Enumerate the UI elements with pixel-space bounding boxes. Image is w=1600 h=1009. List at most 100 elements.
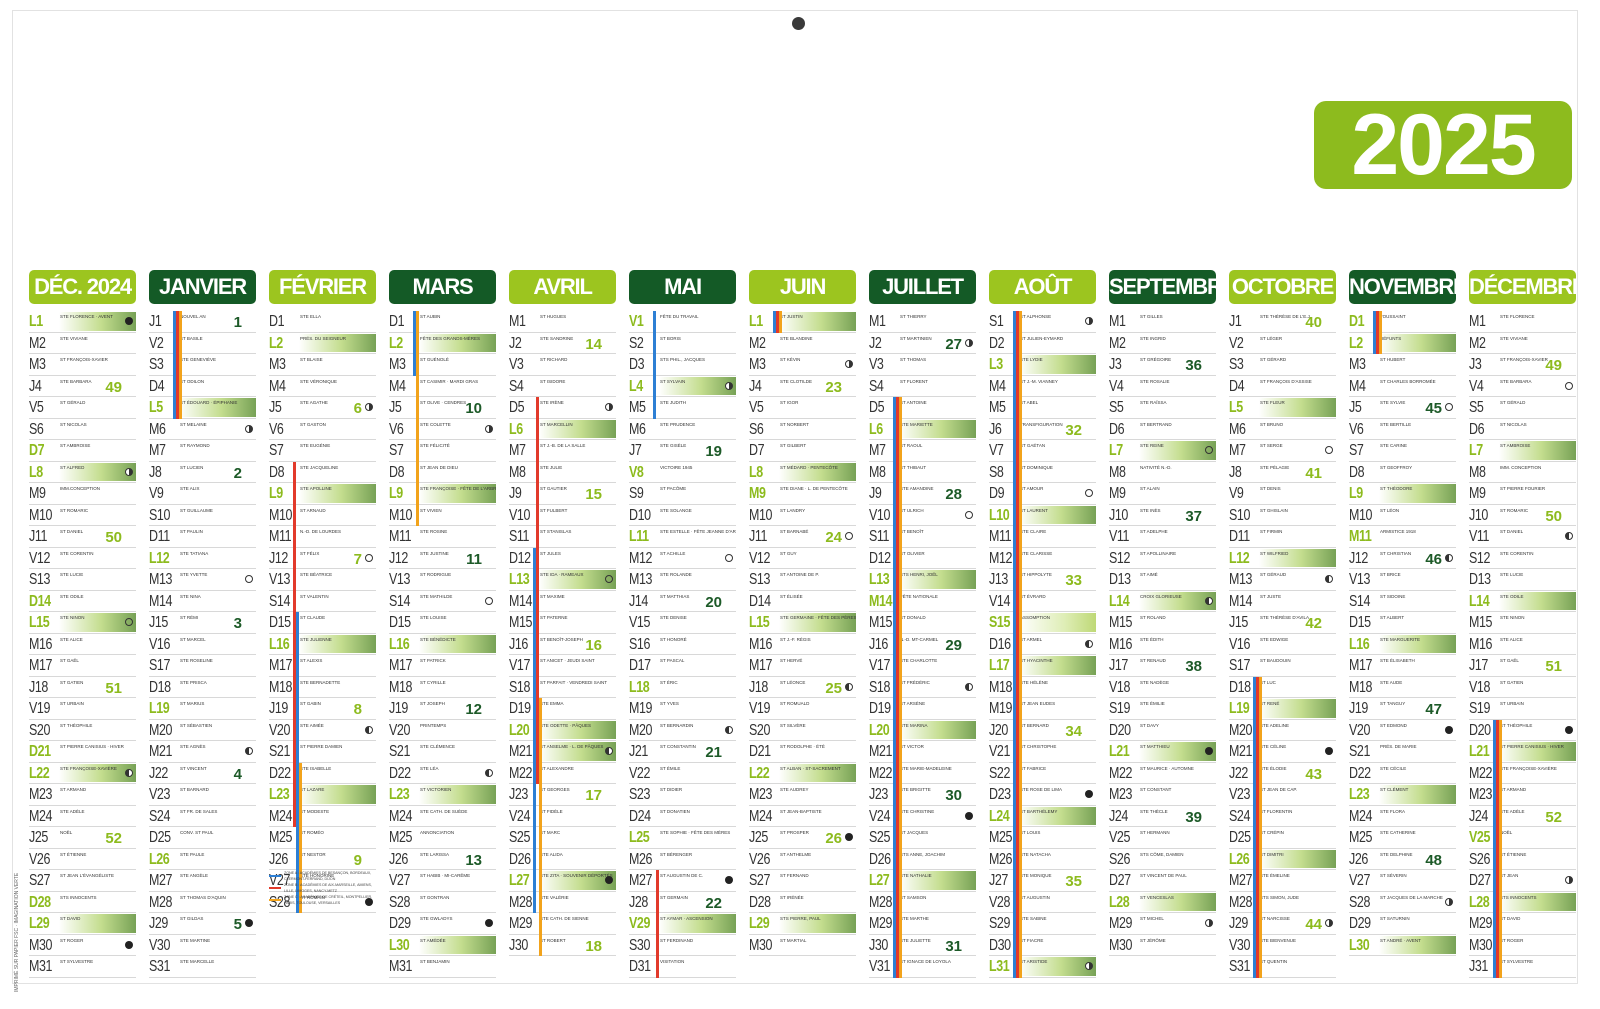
day-label: J15 [1229,614,1248,631]
day-row: J20 ST BERNARD 34 [989,720,1096,741]
day-info: STE CATH. DE SUÈDE [420,808,496,815]
day-row: M28 ST THOMAS D'AQUIN [149,892,256,913]
day-row: S25 ST MARC [509,827,616,849]
day-label: S10 [149,506,171,524]
week-number: 51 [105,679,122,697]
day-row: S14 STE MATHILDE [389,591,496,612]
day-row: J16 ST BENOÎT-JOSEPH 16 [509,634,616,655]
day-label: D7 [29,442,45,459]
day-row: L22 ST ALBAN · ST-SACREMENT [749,763,856,784]
day-info: ST BENOÎT-JOSEPH [540,636,616,643]
moon-phase-icon [725,381,733,390]
moon-phase-icon [125,467,133,476]
day-row: J22 STE ÉLODIE 43 [1229,763,1336,784]
day-label: S14 [269,592,291,610]
day-row: D14 ST ÉLISÉE [749,591,856,612]
day-label: M5 [629,399,646,416]
day-info: ST RAOUL [900,442,976,449]
day-list: D1 TOUSSAINT L2 DÉFUNTS M3 ST HUBERT M4 ST CHAR… [1349,311,1456,956]
day-row: M4 ST J.-M. VIANNEY [989,376,1096,397]
day-label: V16 [149,635,171,653]
day-row: M5 ST ABEL [989,397,1096,419]
day-label: S31 [149,958,171,975]
saint-name: ST VINCENT DE PAUL [1140,873,1187,878]
day-row: J17 ST GAËL 51 [1469,655,1576,677]
day-info: STE ÉMILIE [1140,700,1216,707]
saint-name: ST GABIN [300,701,321,706]
day-list: D1 ST AUBIN L2 FÊTE DES GRANDS-MÈRES M3 ST GU… [389,311,496,978]
day-info: ST THÉOPHILE [60,722,136,729]
day-label: V17 [509,657,531,674]
day-info: STE ADÈLE [60,808,136,815]
saint-name: STE MARIE-MADELEINE [900,765,952,771]
week-number: 48 [1425,851,1442,869]
saint-name: VISITATION [660,959,685,964]
saint-name: ST GÉRALD [60,400,86,405]
day-label: D22 [269,764,291,782]
saint-name: STS ANNE, JOACHIM [900,851,946,857]
day-label: D6 [1469,420,1485,438]
saint-name: STE ADÈLE [1500,808,1525,814]
day-info: ST ANDRÉ · AVENT [1380,937,1456,944]
day-row: V14 ST ÉVRARD [989,591,1096,612]
saint-name: ST MODESTE [300,808,330,814]
day-info: ST ARNAUD [300,507,376,514]
day-row: M1 ST THIERRY [869,311,976,333]
day-label: L8 [29,463,43,481]
moon-phase-icon [725,725,733,734]
day-row: L9 ST THÉODORE [1349,483,1456,505]
day-row: M26 STE NATACHA [989,849,1096,870]
day-info: ST ÉDOUARD · ÉPIPHANIE [180,399,256,406]
day-label: V26 [749,850,771,868]
day-label: J27 [989,872,1008,889]
day-label: M2 [29,334,46,352]
day-row: M6 ST BRUNO [1229,419,1336,440]
saint-name: ST HUBERT [1380,357,1406,362]
day-row: M20 ST BERNARDIN [629,720,736,741]
day-info: STE CATH. DE SIENNE [540,915,616,922]
day-info: STE NADÈGE [1140,679,1216,686]
day-row: V5 ST IGOR [749,397,856,419]
day-info: STE THÈCLE [1140,808,1216,815]
month-column: DÉCEMBRE M1 STE FLORENCE M2 STE VIVIANE J3 ST … [1469,270,1576,990]
day-row: V27 ST SÉVERIN [1349,870,1456,892]
day-info: STE DENISE [660,614,736,621]
day-info: STE BIENVENUE [1260,937,1336,944]
saint-name: ST ROMUALD [780,701,810,706]
day-row: V9 STE ALIX [149,483,256,505]
day-row: V20 PRINTEMPS [389,720,496,741]
day-row: J30 STE JULIETTE 31 [869,935,976,956]
day-info: ST BARNARD [180,786,256,793]
day-label: J2 [509,334,522,352]
day-label: M28 [1229,893,1253,911]
day-row: M11 STE ROSINE [389,526,496,548]
day-row: M9 IMM.CONCEPTION [29,483,136,505]
day-row: J13 ST HIPPOLYTE 33 [989,569,1096,591]
day-info: ST PASCAL [660,657,736,664]
day-row: S24 ST FLORENTIN [1229,806,1336,827]
saint-name: ST ABEL [1020,400,1039,405]
day-row: M22 ST ALEXANDRE [509,763,616,784]
day-label: L23 [1349,786,1370,803]
day-info: STE ELLA [300,313,376,320]
day-label: M3 [29,356,46,373]
day-row: S14 ST VALENTIN [269,591,376,612]
day-row: M20 ST SÉBASTIEN [149,720,256,741]
saint-name: ST MARTIAL [780,937,807,943]
day-label: S27 [749,872,771,889]
day-info: ST FIDÈLE [540,808,616,815]
day-row: J27 STE MONIQUE 35 [989,870,1096,892]
day-label: D15 [389,614,411,631]
saint-name: ST THÉOPHILE [60,722,93,728]
saint-name: ST VICTOR [900,744,924,749]
saint-name: ST BENOÎT [900,529,924,534]
day-row: V21 ST CHRISTOPHE [989,741,1096,763]
saint-name: ST SILVÈRE [780,722,806,728]
day-label: S3 [149,356,164,373]
day-row: L6 ST MARCELLIN [509,419,616,440]
day-label: V5 [29,399,44,416]
moon-phase-icon [845,833,853,841]
saint-name: ST THIBAUT [900,464,927,470]
day-row: J11 ST BARNABÉ 24 [749,526,856,548]
day-row: D12 ST JULES [509,548,616,569]
